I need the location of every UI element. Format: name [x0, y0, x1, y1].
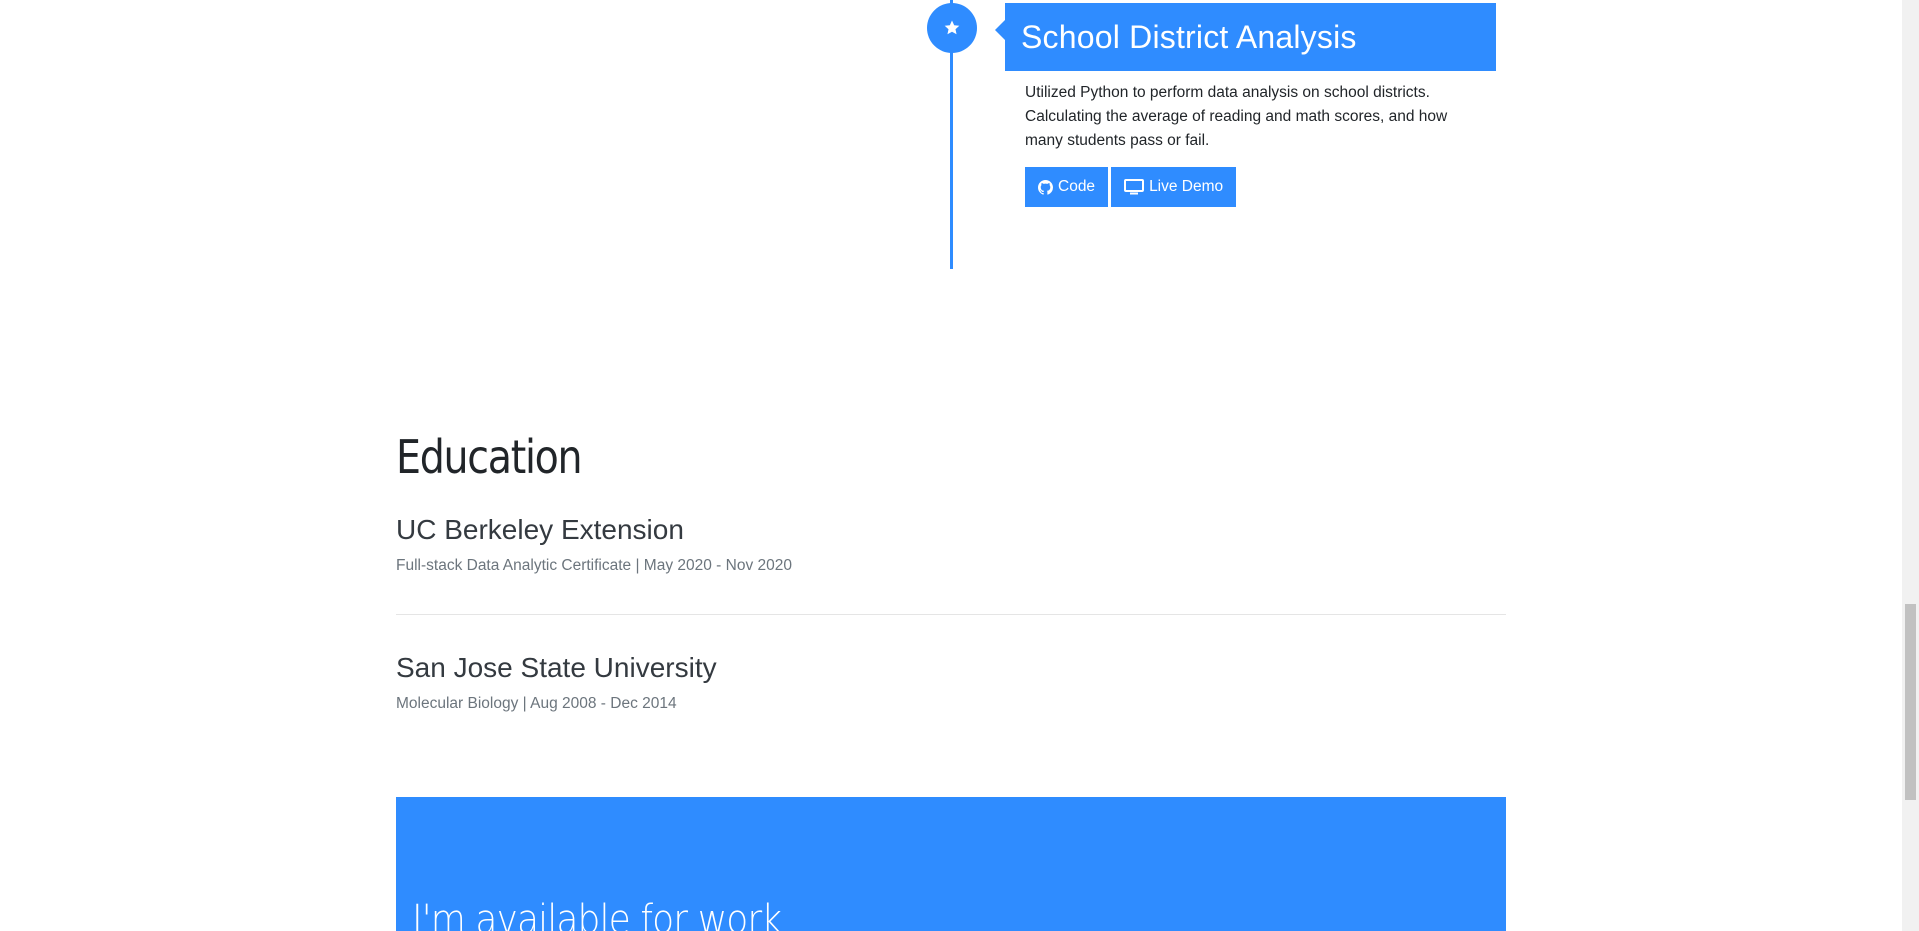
cta-title: I'm available for work: [412, 897, 782, 931]
project-title: School District Analysis: [1021, 18, 1357, 55]
scrollbar-thumb[interactable]: [1905, 604, 1916, 800]
code-button-label: Code: [1058, 178, 1096, 195]
education-divider: [396, 614, 1506, 615]
code-button[interactable]: Code: [1025, 167, 1109, 207]
desktop-icon: [1124, 179, 1145, 195]
timeline-body: Utilized Python to perform data analysis…: [1005, 71, 1496, 207]
education-heading: Education: [396, 430, 583, 484]
project-description: Utilized Python to perform data analysis…: [1025, 84, 1448, 149]
live-demo-button-label: Live Demo: [1149, 178, 1224, 195]
page: School District Analysis Utilized Python…: [0, 0, 1919, 931]
github-icon: [1038, 179, 1053, 195]
timeline-panel: School District Analysis Utilized Python…: [995, 3, 1496, 207]
page-scrollbar[interactable]: [1902, 0, 1919, 931]
live-demo-button[interactable]: Live Demo: [1111, 167, 1237, 207]
timeline-heading: School District Analysis: [995, 3, 1496, 71]
school-details-2: Molecular Biology | Aug 2008 - Dec 2014: [396, 695, 677, 712]
available-for-work-banner: I'm available for work: [396, 797, 1506, 931]
star-icon: [944, 20, 960, 35]
school-name-2: San Jose State University: [396, 652, 717, 683]
school-name-1: UC Berkeley Extension: [396, 514, 684, 545]
timeline-badge: [927, 3, 977, 53]
school-details-1: Full-stack Data Analytic Certificate | M…: [396, 557, 792, 574]
project-buttons: Code Live Demo: [1025, 167, 1476, 207]
